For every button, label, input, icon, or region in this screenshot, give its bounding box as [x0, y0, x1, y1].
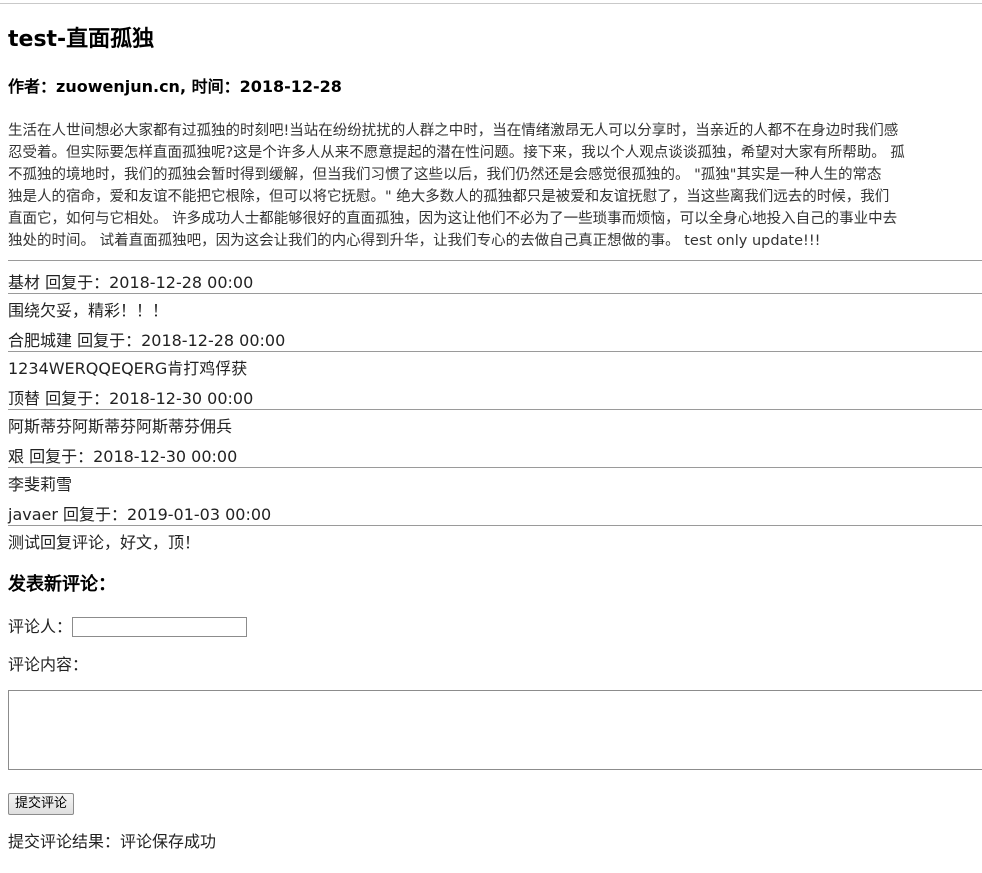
submit-comment-button[interactable]: 提交评论 — [8, 793, 75, 815]
article-title: test-直面孤独 — [8, 27, 155, 52]
comment-divider — [8, 525, 982, 526]
comment-content-label: 评论内容： — [8, 655, 89, 674]
comment-divider — [8, 260, 982, 261]
submit-result: 提交评论结果：评论保存成功 — [8, 832, 217, 851]
comment-header: 合肥城建 回复于：2018-12-28 00:00 — [8, 331, 286, 350]
comment-content-textarea[interactable] — [8, 690, 982, 770]
article-meta: 作者：zuowenjun.cn, 时间：2018-12-28 — [8, 77, 342, 96]
comment-content: 阿斯蒂芬阿斯蒂芬阿斯蒂芬佣兵 — [8, 417, 233, 436]
comment-header: 艰 回复于：2018-12-30 00:00 — [8, 447, 238, 466]
article-body-line: 独是人的宿命，爱和友谊不能把它根除，但可以将它抚慰。" 绝大多数人的孤独都只是被… — [8, 189, 890, 205]
article-body-line: 直面它，如何与它相处。 许多成功人士都能够很好的直面孤独，因为这让他们不必为了一… — [8, 211, 898, 227]
article-body-line: 独处的时间。 试着直面孤独吧，因为这会让我们的内心得到升华，让我们专心的去做自己… — [8, 233, 821, 249]
comment-content: 测试回复评论，好文，顶！ — [8, 533, 201, 552]
new-comment-title: 发表新评论： — [8, 574, 116, 595]
comment-divider — [8, 467, 982, 468]
article-body: 生活在人世间想必大家都有过孤独的时刻吧!当站在纷纷扰扰的人群之中时，当在情绪激昂… — [8, 120, 982, 252]
comment-header: 基材 回复于：2018-12-28 00:00 — [8, 273, 254, 292]
comment-content: 李斐莉雪 — [8, 475, 73, 494]
comment-header: javaer 回复于：2019-01-03 00:00 — [8, 505, 272, 524]
comment-content: 1234WERQQEQERG肯打鸡俘获 — [8, 359, 248, 378]
article-body-line: 不孤独的境地时，我们的孤独会暂时得到缓解，但当我们习惯了这些以后，我们仍然还是会… — [8, 167, 882, 183]
comment-header: 顶替 回复于：2018-12-30 00:00 — [8, 389, 254, 408]
article-body-line: 忍受着。但实际要怎样直面孤独呢?这是个许多人从来不愿意提起的潜在性问题。接下来，… — [8, 145, 905, 161]
comment-divider — [8, 351, 982, 352]
comment-content: 围绕欠妥，精彩！！！ — [8, 301, 169, 320]
page: test-直面孤独 作者：zuowenjun.cn, 时间：2018-12-28… — [0, 0, 982, 873]
commenter-input[interactable] — [72, 617, 247, 637]
comment-divider — [8, 409, 982, 410]
article-body-line: 生活在人世间想必大家都有过孤独的时刻吧!当站在纷纷扰扰的人群之中时，当在情绪激昂… — [8, 123, 899, 139]
comment-divider — [8, 293, 982, 294]
commenter-label: 评论人： — [8, 617, 73, 636]
top-divider — [0, 3, 982, 4]
